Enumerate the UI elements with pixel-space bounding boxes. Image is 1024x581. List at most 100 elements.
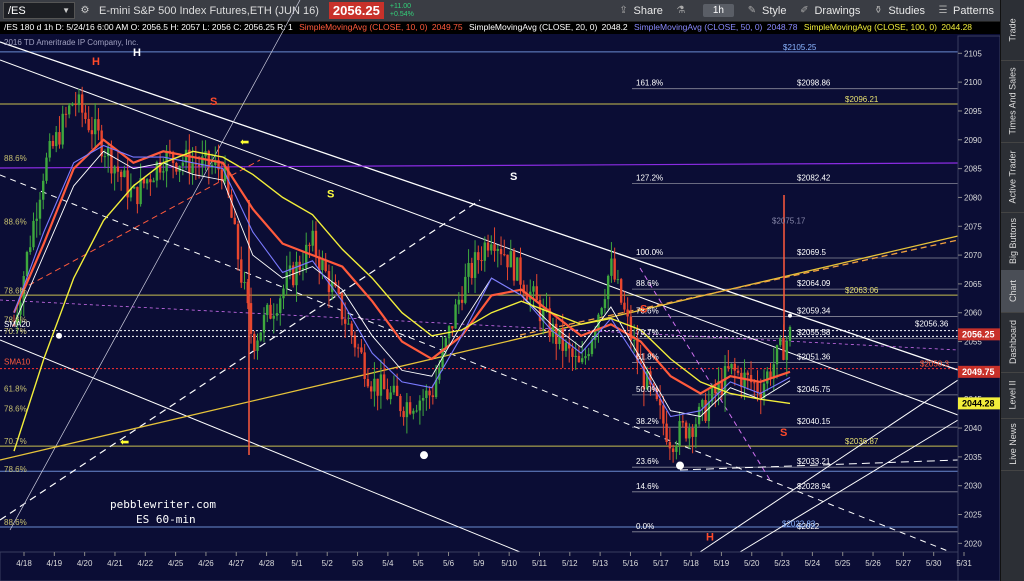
candle-body bbox=[116, 166, 120, 172]
fib-value-label: $2045.75 bbox=[797, 385, 831, 394]
candle-body bbox=[181, 162, 185, 166]
candle-body bbox=[532, 286, 535, 292]
dashed-uptrend-line bbox=[0, 199, 481, 521]
x-tick-label: 4/18 bbox=[16, 559, 32, 568]
right-sidebar: Trade Times And Sales Active Trader Big … bbox=[1000, 0, 1024, 581]
candle-body bbox=[490, 244, 493, 251]
candle-body bbox=[619, 279, 623, 303]
y-tick-label: 2090 bbox=[964, 136, 982, 145]
candle-body bbox=[392, 385, 396, 393]
candle-body bbox=[662, 405, 665, 424]
candle-body bbox=[503, 254, 506, 256]
purple-line bbox=[0, 162, 959, 169]
candle-body bbox=[610, 258, 613, 276]
left-sma-label: SMA10 bbox=[4, 358, 31, 367]
sidebar-tab-trade[interactable]: Trade bbox=[1001, 0, 1024, 61]
candle-body bbox=[496, 248, 499, 251]
candle-body bbox=[269, 304, 272, 319]
candle-body bbox=[535, 286, 538, 301]
candle-body bbox=[577, 355, 581, 363]
fib-value-label: $2069.5 bbox=[797, 248, 826, 257]
x-tick-label: 5/6 bbox=[443, 559, 455, 568]
x-tick-label: 5/16 bbox=[623, 559, 639, 568]
candle-body bbox=[379, 374, 383, 396]
candle-body bbox=[282, 288, 285, 299]
x-tick-label: 4/26 bbox=[198, 559, 214, 568]
watermark-timeframe: ES 60-min bbox=[136, 513, 196, 526]
fib-value-label: $2064.09 bbox=[797, 279, 831, 288]
candle-body bbox=[366, 378, 370, 387]
fib-percent-label: 14.6% bbox=[636, 482, 659, 491]
white-dot-marker bbox=[56, 332, 62, 339]
candle-body bbox=[347, 323, 350, 325]
sidebar-tab-times-and-sales[interactable]: Times And Sales bbox=[1001, 60, 1024, 143]
candle-body bbox=[571, 348, 574, 357]
candle-body bbox=[425, 390, 428, 398]
sidebar-tab-active-trader[interactable]: Active Trader bbox=[1001, 142, 1024, 213]
x-tick-label: 5/31 bbox=[956, 559, 972, 568]
candle-body bbox=[35, 218, 38, 221]
price-tag-label: 2056.25 bbox=[962, 329, 995, 339]
candle-body bbox=[616, 279, 620, 281]
candle-body bbox=[431, 395, 435, 398]
y-tick-label: 2030 bbox=[964, 482, 982, 491]
fib-value-label: $2028.94 bbox=[797, 482, 831, 491]
candle-body bbox=[681, 421, 685, 423]
pattern-label: H bbox=[133, 47, 141, 59]
pattern-label: S bbox=[640, 304, 647, 316]
left-fib-label: 70.7% bbox=[4, 437, 27, 446]
candle-body bbox=[243, 282, 246, 284]
candle-body bbox=[697, 406, 701, 425]
x-tick-label: 4/21 bbox=[107, 559, 123, 568]
copyright-text: 2016 TD Ameritrade IP Company, Inc. bbox=[4, 38, 138, 47]
candle-body bbox=[162, 171, 165, 173]
candle-body bbox=[389, 392, 392, 400]
candle-body bbox=[55, 132, 58, 147]
sidebar-tab-chart[interactable]: Chart bbox=[1001, 270, 1024, 313]
sidebar-tab-live-news[interactable]: Live News bbox=[1001, 418, 1024, 471]
candle-body bbox=[665, 423, 668, 442]
candle-body bbox=[149, 179, 152, 183]
candle-body bbox=[42, 180, 45, 200]
candle-body bbox=[467, 262, 470, 277]
x-tick-label: 5/27 bbox=[896, 559, 912, 568]
y-tick-label: 2020 bbox=[964, 539, 982, 548]
candle-body bbox=[707, 401, 711, 422]
x-tick-label: 5/18 bbox=[683, 559, 699, 568]
candle-body bbox=[262, 315, 266, 333]
candle-body bbox=[730, 363, 733, 369]
candle-body bbox=[564, 342, 568, 351]
left-fib-label: 88.6% bbox=[4, 217, 27, 226]
candle-body bbox=[71, 103, 74, 106]
candle-body bbox=[574, 355, 577, 357]
pattern-label: S bbox=[510, 171, 517, 183]
candle-body bbox=[373, 378, 376, 392]
yellow-arrow-marker: ⬅ bbox=[240, 137, 249, 149]
candle-body bbox=[581, 358, 584, 363]
candle-body bbox=[145, 179, 149, 184]
candle-body bbox=[119, 171, 123, 178]
x-tick-label: 5/13 bbox=[592, 559, 608, 568]
candle-body bbox=[779, 338, 782, 346]
fib-value-label: $2082.42 bbox=[797, 173, 831, 182]
candle-body bbox=[766, 371, 769, 384]
sidebar-tab-level-ii[interactable]: Level II bbox=[1001, 372, 1024, 419]
candle-body bbox=[428, 390, 431, 396]
trend-line bbox=[0, 59, 959, 416]
candle-body bbox=[701, 399, 704, 407]
left-fib-label: 88.6% bbox=[4, 518, 27, 527]
left-fib-label: 78.6% bbox=[4, 465, 27, 474]
magenta-dashed-line bbox=[639, 267, 771, 481]
candle-body bbox=[123, 170, 126, 178]
price-chart[interactable]: 161.8% $2098.86 127.2% $2082.42 100.0% $2069.… bbox=[0, 0, 1000, 581]
y-tick-label: 2025 bbox=[964, 511, 982, 520]
candle-body bbox=[408, 402, 412, 414]
sidebar-tab-dashboard[interactable]: Dashboard bbox=[1001, 312, 1024, 373]
candle-body bbox=[93, 119, 97, 135]
fib-percent-label: 127.2% bbox=[636, 173, 663, 182]
x-tick-label: 5/10 bbox=[501, 559, 517, 568]
candle-body bbox=[613, 258, 616, 280]
sidebar-tab-big-buttons[interactable]: Big Buttons bbox=[1001, 212, 1024, 271]
candle-body bbox=[733, 363, 737, 371]
candle-body bbox=[197, 164, 201, 167]
